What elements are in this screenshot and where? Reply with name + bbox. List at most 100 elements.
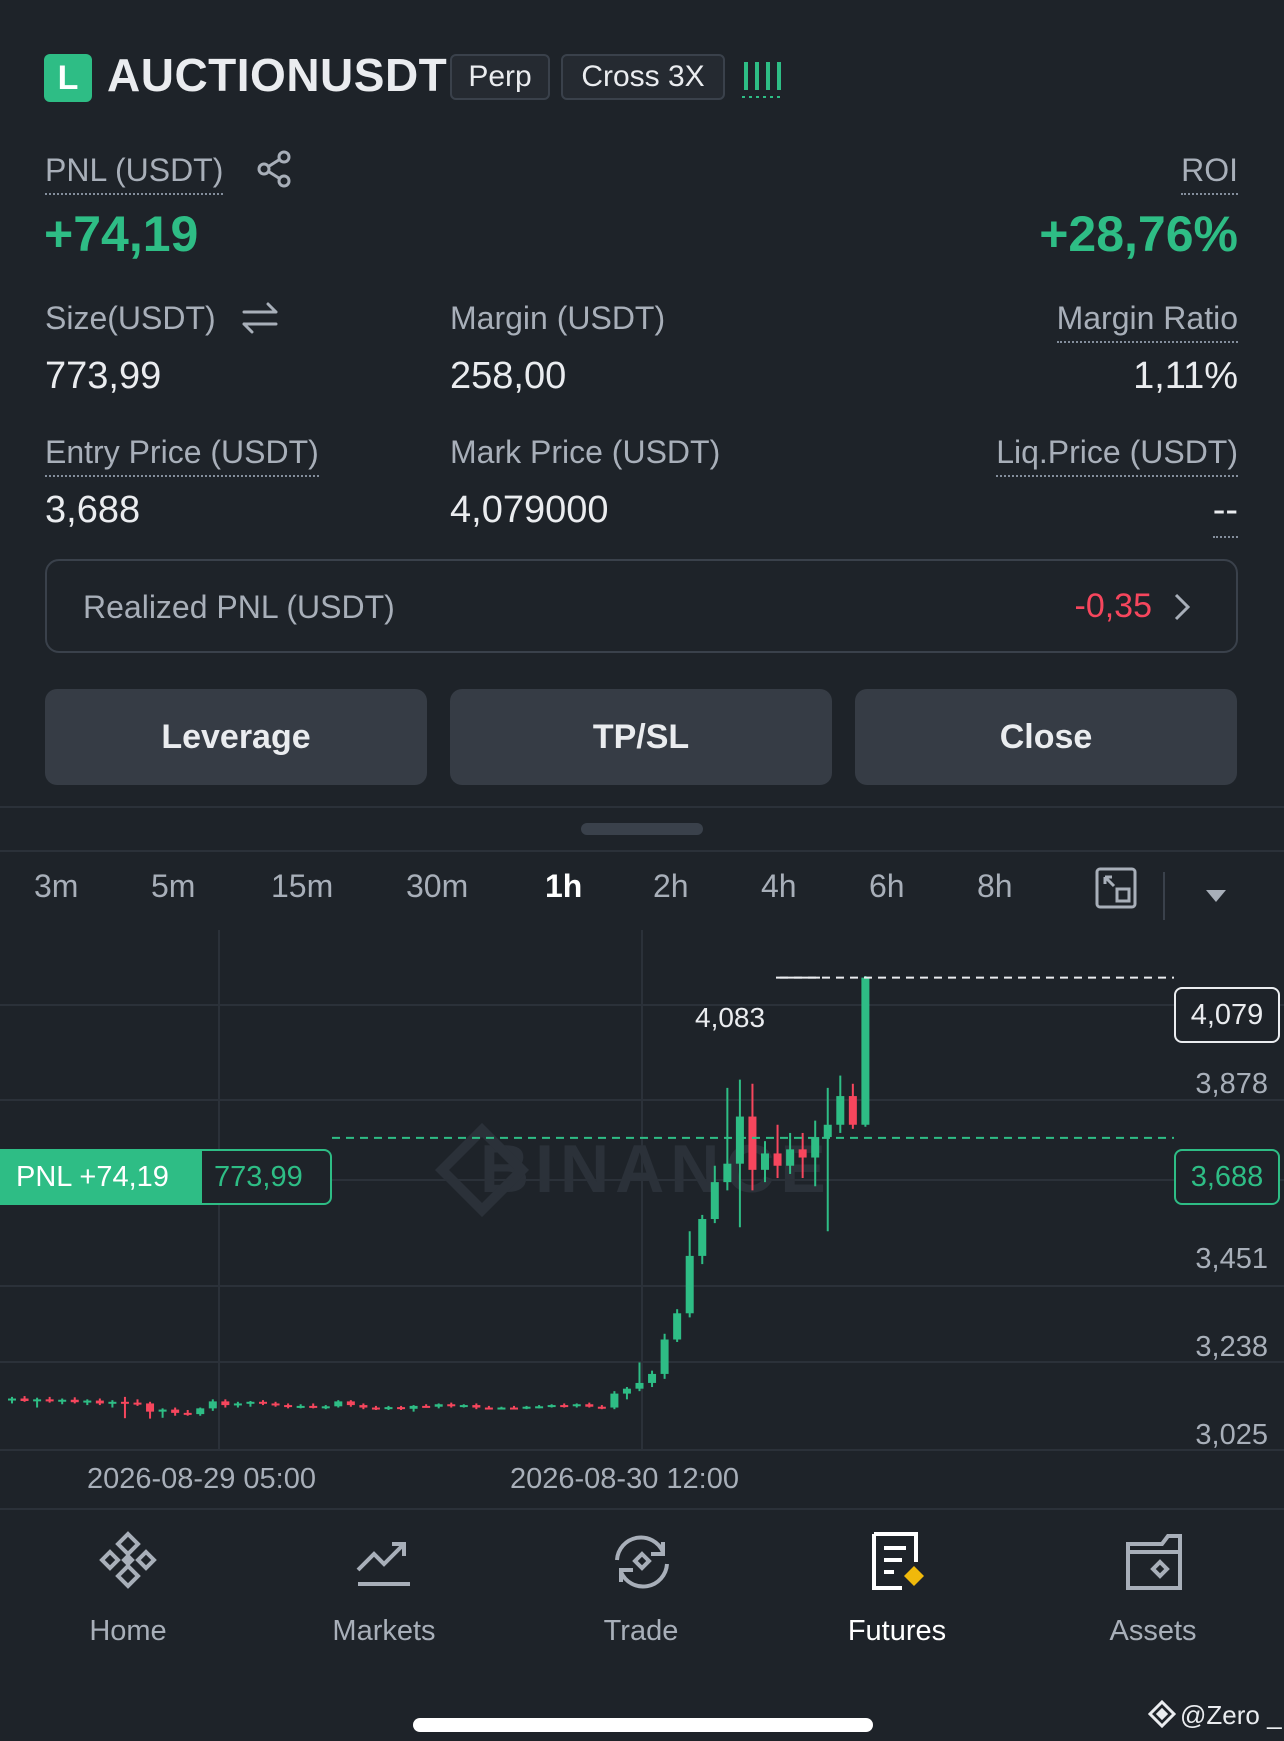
entry-price-tag: 3,688: [1174, 1149, 1280, 1205]
candle: [484, 1407, 493, 1410]
candle: [610, 1393, 619, 1408]
entry-price-value: 3,688: [45, 489, 141, 531]
margin-mode-chip[interactable]: Cross 3X: [561, 54, 725, 100]
timeframe-3m[interactable]: 3m: [34, 868, 78, 905]
assets-icon[interactable]: [1122, 1530, 1186, 1599]
candle: [698, 1219, 707, 1256]
pnl-value: +74,19: [44, 206, 199, 262]
leverage-button[interactable]: Leverage: [45, 689, 427, 785]
close-button[interactable]: Close: [855, 689, 1237, 785]
home-icon[interactable]: [96, 1530, 160, 1599]
nav-markets[interactable]: Markets: [284, 1615, 484, 1648]
high-price-label: 4,083: [695, 1002, 766, 1033]
candle: [861, 977, 870, 1125]
nav-futures[interactable]: Futures: [797, 1615, 997, 1648]
divider: [0, 1508, 1284, 1510]
candle: [120, 1401, 129, 1404]
candle: [823, 1124, 832, 1138]
timeframe-4h[interactable]: 4h: [761, 868, 797, 905]
watermark: BINANCE: [480, 1131, 832, 1207]
candle: [748, 1116, 757, 1170]
candle: [83, 1400, 92, 1403]
candle: [836, 1096, 845, 1125]
candle: [359, 1405, 368, 1408]
swap-arrows-icon[interactable]: [240, 300, 280, 341]
roi-label[interactable]: ROI: [1181, 152, 1238, 195]
mark-price-label: Mark Price (USDT): [450, 434, 721, 470]
size-value: 773,99: [45, 355, 162, 397]
candle: [334, 1401, 343, 1407]
candle: [660, 1339, 669, 1374]
candle: [371, 1407, 380, 1410]
candle: [309, 1405, 318, 1408]
candle: [848, 1096, 857, 1125]
timeframe-8h[interactable]: 8h: [977, 868, 1013, 905]
candle: [547, 1405, 556, 1408]
candle: [786, 1149, 795, 1166]
candle: [95, 1400, 104, 1404]
futures-icon[interactable]: [866, 1530, 930, 1599]
candle: [158, 1409, 167, 1412]
fullscreen-icon[interactable]: [1094, 866, 1138, 915]
drag-handle[interactable]: [581, 823, 703, 835]
chevron-right-icon: [1172, 591, 1192, 628]
candle: [397, 1407, 406, 1410]
candle: [271, 1403, 280, 1406]
candle: [346, 1401, 355, 1406]
candle: [798, 1149, 807, 1158]
nav-assets[interactable]: Assets: [1053, 1615, 1253, 1648]
timeframe-5m[interactable]: 5m: [151, 868, 195, 905]
candle: [560, 1405, 569, 1408]
candle: [321, 1406, 330, 1409]
candle: [773, 1153, 782, 1166]
mark-price-value: 4,079000: [450, 489, 609, 531]
timeframe-6h[interactable]: 6h: [869, 868, 905, 905]
share-icon[interactable]: [256, 150, 292, 193]
candle: [259, 1401, 267, 1404]
x-tick: 2026-08-29 05:00: [87, 1463, 316, 1495]
divider: [0, 806, 1284, 808]
realized-pnl-row[interactable]: Realized PNL (USDT) -0,35: [45, 559, 1238, 653]
y-tick: 3,878: [1195, 1068, 1268, 1100]
pnl-tag-label: PNL +74,19: [2, 1151, 202, 1203]
candle: [183, 1412, 192, 1415]
y-tick: 3,451: [1195, 1243, 1268, 1275]
candle: [510, 1407, 518, 1410]
candle: [146, 1403, 155, 1412]
nav-trade[interactable]: Trade: [541, 1615, 741, 1648]
nav-home[interactable]: Home: [28, 1615, 228, 1648]
candle: [535, 1406, 544, 1409]
divider: [1163, 872, 1165, 920]
candle: [585, 1404, 594, 1407]
symbol-title[interactable]: AUCTIONUSDT: [107, 48, 447, 102]
home-indicator[interactable]: [413, 1718, 873, 1732]
trade-icon[interactable]: [607, 1530, 677, 1599]
candle: [409, 1405, 418, 1409]
candle: [58, 1399, 67, 1402]
timeframe-15m[interactable]: 15m: [271, 868, 333, 905]
tpsl-button[interactable]: TP/SL: [450, 689, 832, 785]
timeframe-2h[interactable]: 2h: [653, 868, 689, 905]
candle: [20, 1398, 29, 1401]
markets-icon[interactable]: [352, 1530, 416, 1599]
timeframe-1h[interactable]: 1h: [545, 868, 582, 905]
candle: [33, 1399, 42, 1402]
entry-price-label[interactable]: Entry Price (USDT): [45, 434, 319, 477]
candle: [384, 1407, 393, 1410]
realized-pnl-value: -0,35: [1074, 587, 1153, 625]
pnl-label[interactable]: PNL (USDT): [45, 152, 224, 195]
timeframe-30m[interactable]: 30m: [406, 868, 468, 905]
y-tick: 3,238: [1195, 1331, 1268, 1363]
x-tick: 2026-08-30 12:00: [510, 1463, 739, 1495]
candle: [597, 1406, 606, 1409]
candle: [434, 1404, 443, 1407]
candle: [447, 1404, 456, 1407]
chevron-down-icon[interactable]: [1204, 888, 1228, 909]
candle: [196, 1408, 205, 1415]
margin-ratio-label[interactable]: Margin Ratio: [1056, 300, 1238, 343]
candle: [133, 1402, 142, 1405]
liq-price-label[interactable]: Liq.Price (USDT): [996, 434, 1238, 477]
candle: [221, 1401, 230, 1406]
position-pnl-tag[interactable]: PNL +74,19 773,99: [0, 1149, 332, 1205]
binance-logo-icon: [1147, 1699, 1177, 1733]
